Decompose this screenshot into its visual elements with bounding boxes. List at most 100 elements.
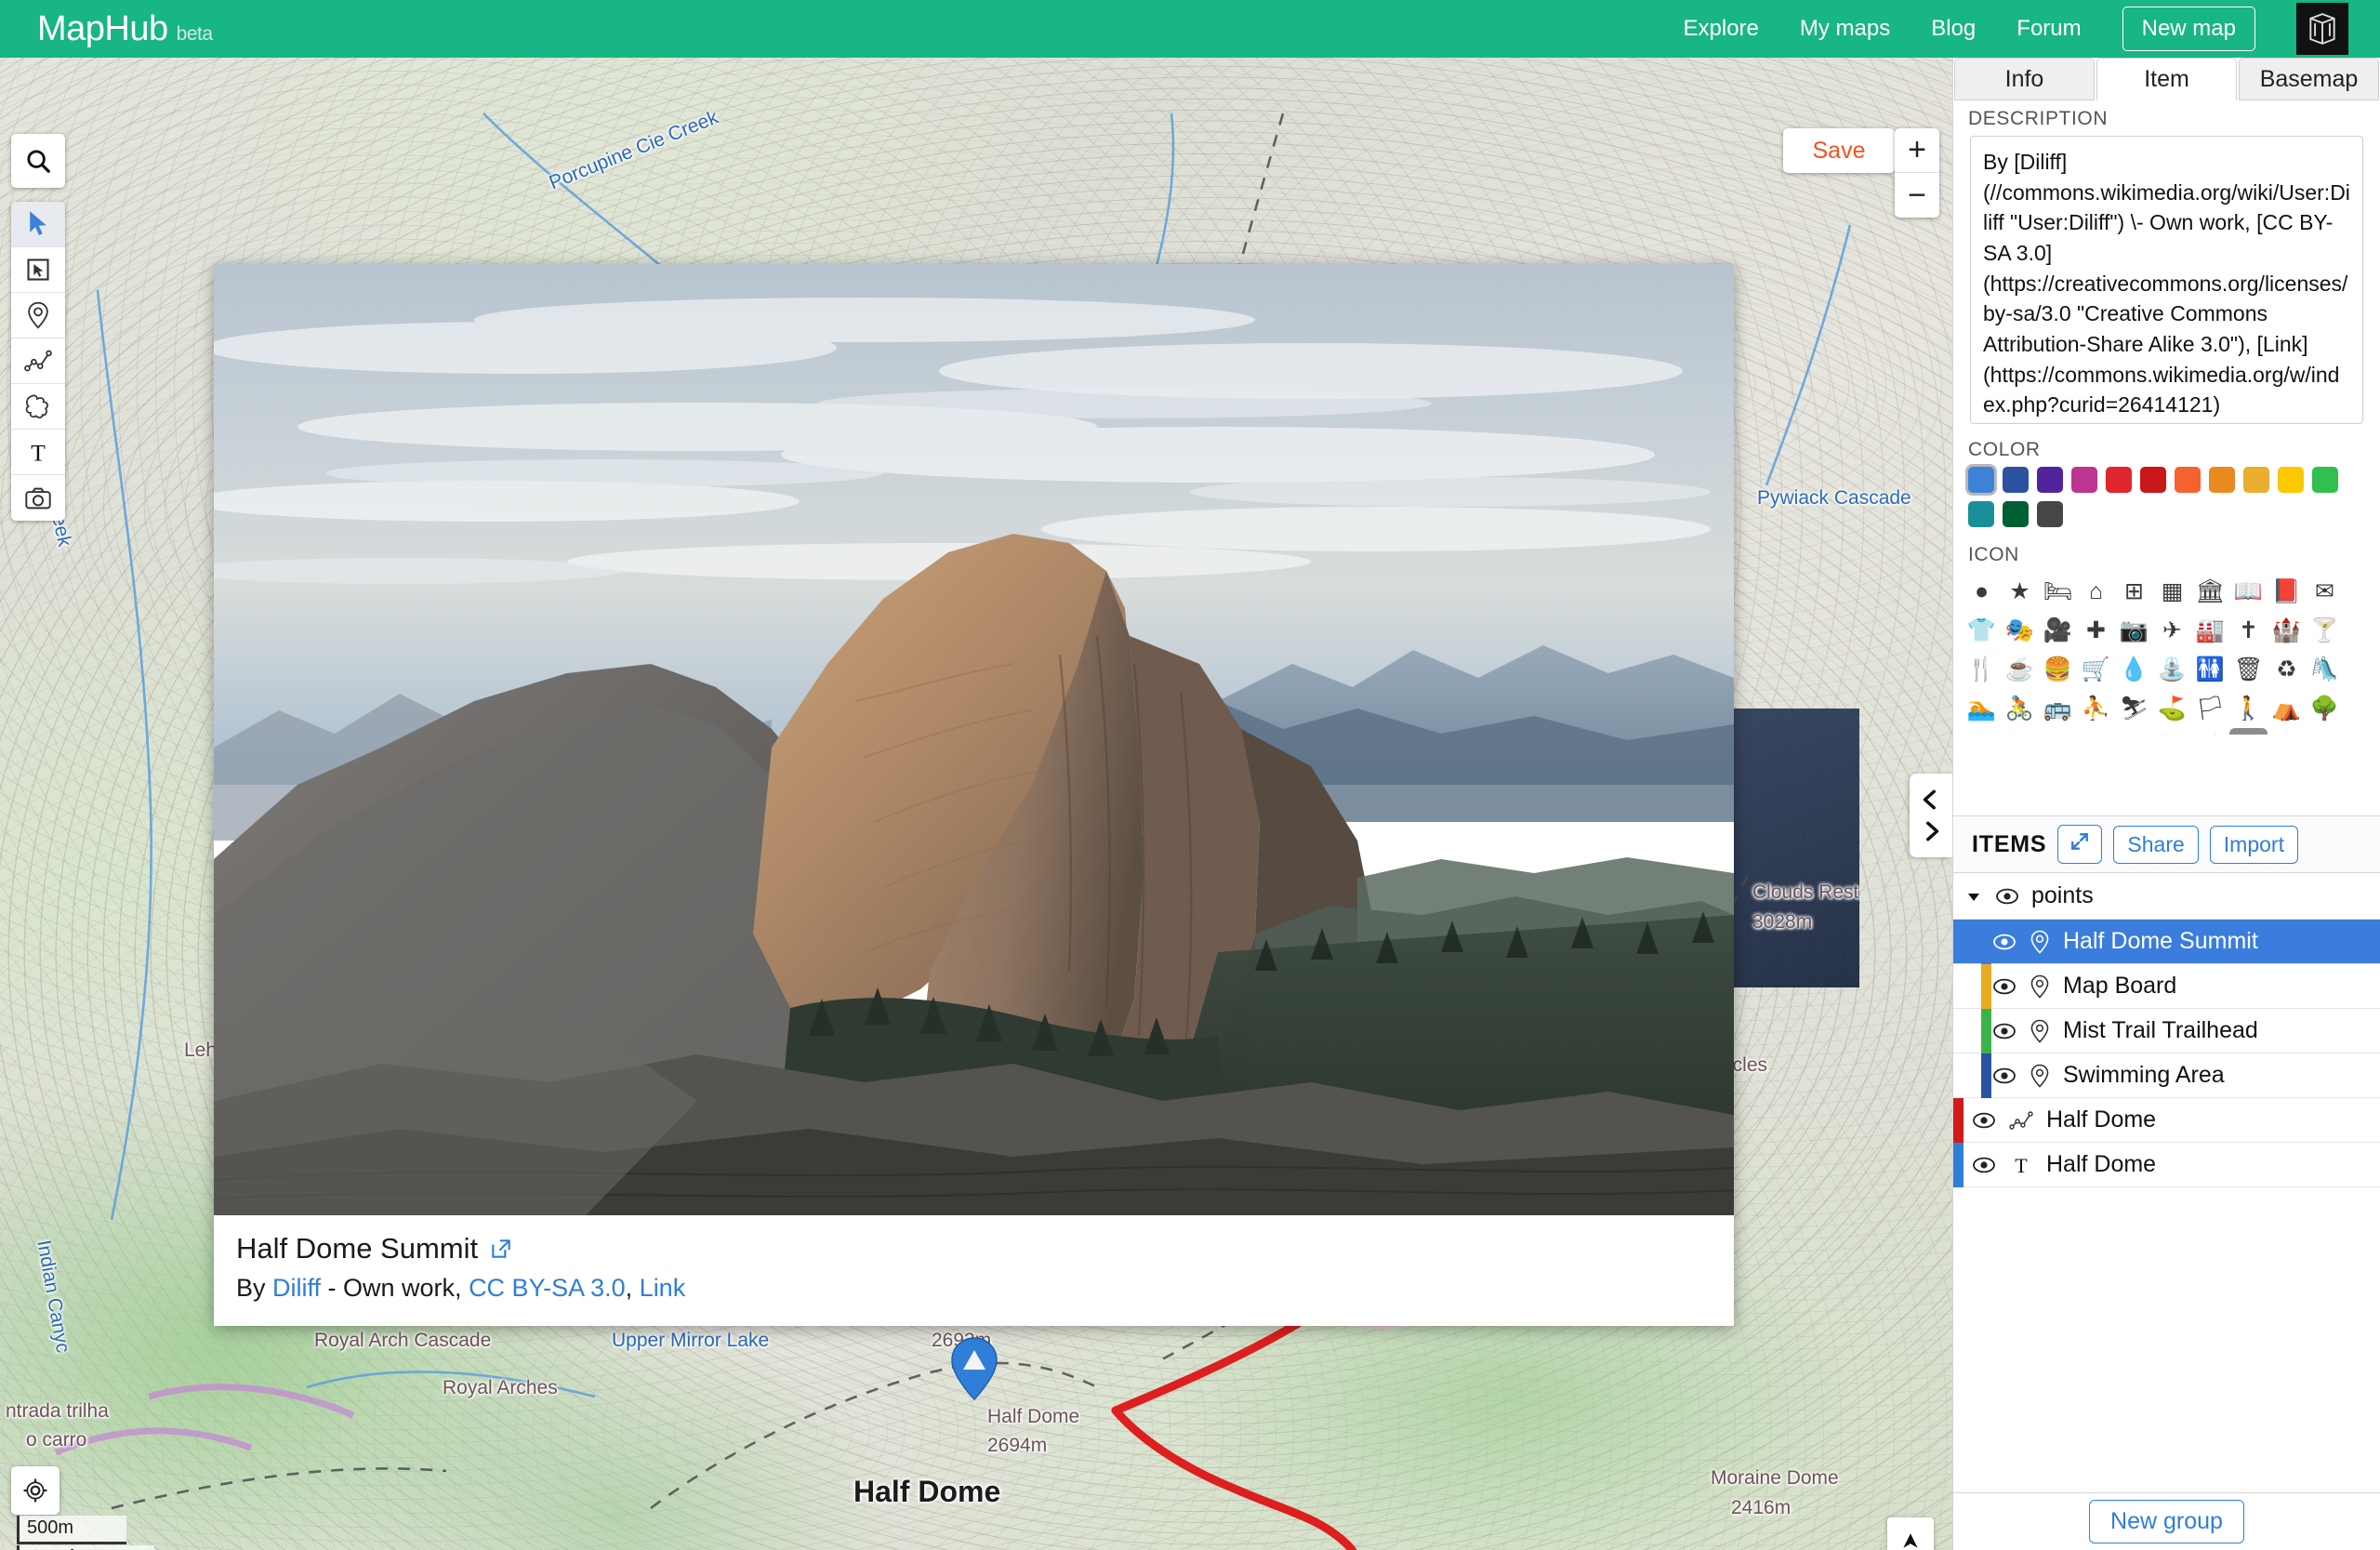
map-search-button[interactable] xyxy=(11,134,65,188)
eye-icon[interactable] xyxy=(1992,1023,2016,1040)
icon-star[interactable]: ★ xyxy=(2001,572,2039,611)
icon-building[interactable]: ⊞ xyxy=(2115,572,2153,611)
color-swatch-green-dark[interactable] xyxy=(2003,501,2029,527)
icon-volcano[interactable]: 🌋 xyxy=(2191,728,2229,735)
icon-swimming[interactable]: 🏊 xyxy=(1963,689,2001,728)
new-group-button[interactable]: New group xyxy=(2089,1500,2244,1543)
photo-popup[interactable]: Half Dome Summit By Diliff - Own work, C… xyxy=(214,264,1734,1326)
icon-airport[interactable]: ✈ xyxy=(2153,611,2191,650)
icon-tree[interactable]: 🌳 xyxy=(2306,689,2344,728)
icon-hiking[interactable]: 🚶 xyxy=(2229,689,2268,728)
zoom-out-button[interactable]: − xyxy=(1895,173,1939,218)
icon-theatre[interactable]: 🎭 xyxy=(2001,611,2039,650)
tool-photo[interactable] xyxy=(11,475,65,521)
icon-anchor[interactable]: ⚓ xyxy=(2268,728,2306,735)
icon-cablecar[interactable]: 🚡 xyxy=(2153,728,2191,735)
tool-text[interactable]: T xyxy=(11,430,65,475)
color-swatch-blue-dark[interactable] xyxy=(2003,467,2029,493)
icon-shop[interactable]: 🛒 xyxy=(2077,650,2115,689)
icon-library[interactable]: 📖 xyxy=(2229,572,2268,611)
icon-water-drop[interactable]: 💧 xyxy=(2115,650,2153,689)
icon-playground[interactable]: 🛝 xyxy=(2306,650,2344,689)
icon-recycling[interactable]: ♻ xyxy=(2268,650,2306,689)
icon-windsock[interactable]: 🏳 xyxy=(2191,689,2229,728)
icon-bus[interactable]: 🚌 xyxy=(2039,689,2077,728)
color-swatch-red[interactable] xyxy=(2106,467,2132,493)
icon-cafe[interactable]: ☕ xyxy=(2001,650,2039,689)
new-map-button[interactable]: New map xyxy=(2122,7,2255,51)
item-row-swimming-area[interactable]: Swimming Area xyxy=(1953,1053,2380,1098)
eye-icon[interactable] xyxy=(1992,978,2016,995)
share-button[interactable]: Share xyxy=(2113,825,2199,864)
nav-forum[interactable]: Forum xyxy=(2016,16,2081,42)
icon-circle[interactable]: ● xyxy=(1963,572,2001,611)
icon-drinking-water[interactable]: ⛲ xyxy=(2153,650,2191,689)
import-button[interactable]: Import xyxy=(2209,825,2298,864)
icon-office[interactable]: ▦ xyxy=(2153,572,2191,611)
icon-museum[interactable]: 🏛 xyxy=(2191,572,2229,611)
eye-icon[interactable] xyxy=(1972,1157,1996,1173)
color-swatch-blue-light[interactable] xyxy=(1968,467,1994,493)
tab-item[interactable]: Item xyxy=(2096,58,2237,100)
tab-info[interactable]: Info xyxy=(1954,58,2095,100)
color-swatch-grey[interactable] xyxy=(2037,501,2063,527)
item-row-half-dome-text[interactable]: T Half Dome xyxy=(1953,1143,2380,1187)
icon-flag[interactable]: ⚑ xyxy=(2077,728,2115,735)
item-row-half-dome-summit[interactable]: Half Dome Summit xyxy=(1953,920,2380,964)
nav-blog[interactable]: Blog xyxy=(1931,16,1976,42)
zoom-in-button[interactable]: + xyxy=(1895,128,1939,173)
icon-industry[interactable]: 🏭 xyxy=(2191,611,2229,650)
source-link[interactable]: Link xyxy=(640,1274,686,1302)
save-button[interactable]: Save xyxy=(1783,128,1895,173)
item-row-half-dome-line[interactable]: Half Dome xyxy=(1953,1098,2380,1143)
eye-icon[interactable] xyxy=(1992,1067,2016,1084)
map-canvas[interactable]: Porcupine Cie Creek Pywiack Cascade Indi… xyxy=(0,58,1952,1550)
color-swatch-orange[interactable] xyxy=(2209,467,2235,493)
chevron-left-icon[interactable] xyxy=(1919,788,1943,812)
color-swatch-amber[interactable] xyxy=(2243,467,2269,493)
icon-picnic[interactable]: ⛺ xyxy=(2268,689,2306,728)
color-swatch-orange-red[interactable] xyxy=(2175,467,2201,493)
color-swatch-teal[interactable] xyxy=(1968,501,1994,527)
chevron-down-icon[interactable] xyxy=(1964,887,1983,906)
license-link[interactable]: CC BY-SA 3.0 xyxy=(469,1274,626,1302)
geolocate-button[interactable] xyxy=(11,1466,60,1515)
icon-cliff[interactable]: ◣ xyxy=(2115,728,2153,735)
icon-camera[interactable]: 📷 xyxy=(2115,611,2153,650)
panel-collapse-toggle[interactable] xyxy=(1910,774,1952,857)
icon-restaurant[interactable]: 🍴 xyxy=(1963,650,2001,689)
icon-mail[interactable]: ✉ xyxy=(2306,572,2344,611)
icon-home[interactable]: ⌂ xyxy=(2077,572,2115,611)
icon-castle[interactable]: 🏰 xyxy=(2268,611,2306,650)
eye-icon[interactable] xyxy=(1992,934,2016,950)
chevron-right-icon[interactable] xyxy=(1919,819,1943,843)
icon-beach[interactable]: 🏖 xyxy=(2306,728,2344,735)
nav-explore[interactable]: Explore xyxy=(1684,16,1759,42)
tool-line[interactable] xyxy=(11,338,65,384)
tab-basemap[interactable]: Basemap xyxy=(2239,58,2379,100)
icon-golf[interactable]: ⛳ xyxy=(2153,689,2191,728)
tool-polygon[interactable] xyxy=(11,384,65,430)
color-swatch-yellow[interactable] xyxy=(2278,467,2304,493)
icon-lodging[interactable]: 🛏 xyxy=(2039,572,2077,611)
tool-box-select[interactable] xyxy=(11,247,65,293)
compass-button[interactable] xyxy=(1887,1517,1934,1550)
color-swatch-magenta[interactable] xyxy=(2071,467,2097,493)
icon-cycling[interactable]: 🚴 xyxy=(2001,689,2039,728)
brand-logo[interactable]: MapHub beta xyxy=(37,9,213,49)
icon-book[interactable]: 📕 xyxy=(2268,572,2306,611)
user-avatar[interactable] xyxy=(2296,3,2348,55)
photo-author-link[interactable]: Diliff xyxy=(272,1274,321,1302)
icon-conifer[interactable]: 🌲 xyxy=(1963,728,2001,735)
icon-bar[interactable]: 🍸 xyxy=(2306,611,2344,650)
icon-waste[interactable]: 🗑 xyxy=(2229,650,2268,689)
color-swatch-red-dark[interactable] xyxy=(2140,467,2166,493)
tool-marker[interactable] xyxy=(11,293,65,338)
icon-cinema[interactable]: 🎥 xyxy=(2039,611,2077,650)
item-row-map-board[interactable]: Map Board xyxy=(1953,964,2380,1009)
color-swatch-purple[interactable] xyxy=(2037,467,2063,493)
description-textarea[interactable]: By [Diliff](//commons.wikimedia.org/wiki… xyxy=(1970,136,2363,424)
icon-church[interactable]: ✝ xyxy=(2229,611,2268,650)
expand-items-button[interactable] xyxy=(2057,825,2103,864)
icon-peak[interactable]: △ xyxy=(2039,728,2077,735)
